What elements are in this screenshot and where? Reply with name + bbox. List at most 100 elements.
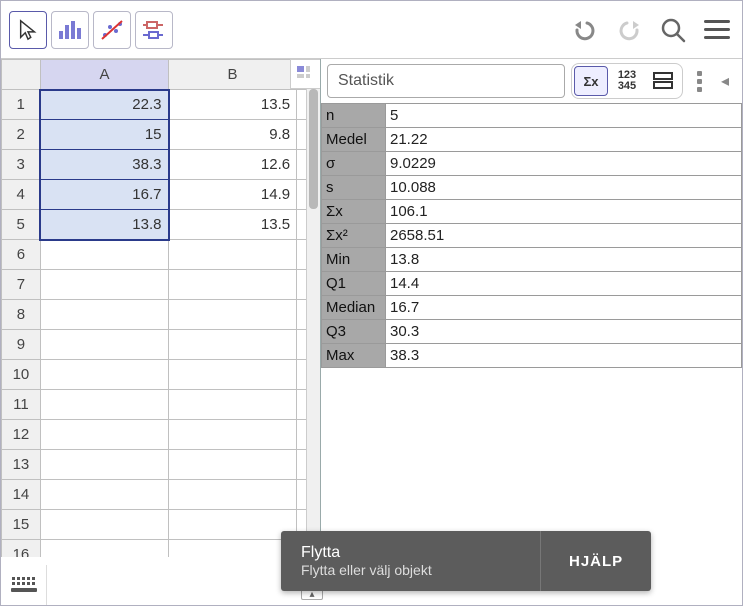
redo-button[interactable] [614, 15, 644, 45]
cell-B3[interactable]: 12.6 [169, 150, 297, 180]
row-header-3[interactable]: 3 [2, 150, 41, 180]
stat-label-Median: Median [322, 296, 386, 320]
cell-B8[interactable] [169, 300, 297, 330]
stat-label-Q1: Q1 [322, 272, 386, 296]
keyboard-button[interactable] [1, 565, 47, 605]
cell-A13[interactable] [40, 450, 168, 480]
spreadsheet-scrollbar[interactable] [306, 89, 320, 557]
cell-B12[interactable] [169, 420, 297, 450]
column-header-B[interactable]: B [169, 60, 297, 90]
row-header-6[interactable]: 6 [2, 240, 41, 270]
pointer-tool-button[interactable] [9, 11, 47, 49]
row-header-15[interactable]: 15 [2, 510, 41, 540]
row-header-13[interactable]: 13 [2, 450, 41, 480]
cell-A5[interactable]: 13.8 [40, 210, 168, 240]
stat-value-n: 5 [386, 104, 742, 128]
stat-label-Min: Min [322, 248, 386, 272]
cell-B9[interactable] [169, 330, 297, 360]
cell-A10[interactable] [40, 360, 168, 390]
row-header-16[interactable]: 16 [2, 540, 41, 558]
cell-A12[interactable] [40, 420, 168, 450]
corner-cell[interactable] [2, 60, 41, 90]
scatter-tool-button[interactable] [93, 11, 131, 49]
cell-A15[interactable] [40, 510, 168, 540]
row-header-9[interactable]: 9 [2, 330, 41, 360]
statistics-title: Statistik [338, 72, 394, 90]
cell-B11[interactable] [169, 390, 297, 420]
row-header-1[interactable]: 1 [2, 90, 41, 120]
stat-value-Q1: 14.4 [386, 272, 742, 296]
spreadsheet[interactable]: AB122.313.52159.8338.312.6416.714.9513.8… [1, 59, 320, 557]
stat-label-Q3: Q3 [322, 320, 386, 344]
stat-label-σ: σ [322, 152, 386, 176]
row-header-7[interactable]: 7 [2, 270, 41, 300]
stat-label-n: n [322, 104, 386, 128]
cell-B16[interactable] [169, 540, 297, 558]
scrollbar-thumb[interactable] [309, 89, 318, 209]
stat-value-Median: 16.7 [386, 296, 742, 320]
cell-B2[interactable]: 9.8 [169, 120, 297, 150]
statistics-view-buttons: Σx 123345 [571, 63, 683, 99]
cell-B4[interactable]: 14.9 [169, 180, 297, 210]
cell-B7[interactable] [169, 270, 297, 300]
stat-value-Medel: 21.22 [386, 128, 742, 152]
row-header-5[interactable]: 5 [2, 210, 41, 240]
row-header-11[interactable]: 11 [2, 390, 41, 420]
cell-A2[interactable]: 15 [40, 120, 168, 150]
more-options-button[interactable] [689, 71, 710, 92]
spreadsheet-panel: AB122.313.52159.8338.312.6416.714.9513.8… [1, 59, 321, 557]
stat-value-Min: 13.8 [386, 248, 742, 272]
cell-A4[interactable]: 16.7 [40, 180, 168, 210]
collapse-panel-button[interactable]: ◂ [716, 71, 734, 91]
stat-label-s: s [322, 176, 386, 200]
cell-B15[interactable] [169, 510, 297, 540]
tool-group-left [9, 11, 173, 49]
statistics-header: Statistik Σx 123345 ◂ [321, 59, 742, 103]
search-button[interactable] [658, 15, 688, 45]
row-header-10[interactable]: 10 [2, 360, 41, 390]
row-header-2[interactable]: 2 [2, 120, 41, 150]
layout-button[interactable] [646, 66, 680, 96]
stat-value-Σx: 106.1 [386, 200, 742, 224]
tooltip-title: Flytta [301, 544, 520, 562]
cell-A11[interactable] [40, 390, 168, 420]
stat-value-s: 10.088 [386, 176, 742, 200]
undo-button[interactable] [570, 15, 600, 45]
tool-group-right [570, 15, 732, 45]
numeric-button[interactable]: 123345 [610, 66, 644, 96]
bar-chart-tool-button[interactable] [51, 11, 89, 49]
menu-button[interactable] [702, 15, 732, 45]
row-header-8[interactable]: 8 [2, 300, 41, 330]
stat-label-Σx²: Σx² [322, 224, 386, 248]
spreadsheet-options-button[interactable] [290, 59, 320, 89]
cell-A16[interactable] [40, 540, 168, 558]
statistics-dropdown[interactable]: Statistik [327, 64, 565, 98]
main-area: AB122.313.52159.8338.312.6416.714.9513.8… [1, 59, 742, 557]
help-button[interactable]: HJÄLP [541, 531, 651, 591]
cell-B14[interactable] [169, 480, 297, 510]
cell-A1[interactable]: 22.3 [40, 90, 168, 120]
statistics-table: n5Medel21.22σ9.0229s10.088Σx106.1Σx²2658… [321, 103, 742, 368]
cell-B1[interactable]: 13.5 [169, 90, 297, 120]
row-header-14[interactable]: 14 [2, 480, 41, 510]
cell-B10[interactable] [169, 360, 297, 390]
cell-B6[interactable] [169, 240, 297, 270]
cell-A9[interactable] [40, 330, 168, 360]
cell-A7[interactable] [40, 270, 168, 300]
boxplot-tool-button[interactable] [135, 11, 173, 49]
stat-label-Σx: Σx [322, 200, 386, 224]
stat-label-Medel: Medel [322, 128, 386, 152]
cell-B5[interactable]: 13.5 [169, 210, 297, 240]
column-header-A[interactable]: A [40, 60, 168, 90]
stat-value-Σx²: 2658.51 [386, 224, 742, 248]
cell-B13[interactable] [169, 450, 297, 480]
sigma-x-button[interactable]: Σx [574, 66, 608, 96]
cell-A3[interactable]: 38.3 [40, 150, 168, 180]
tooltip: Flytta Flytta eller välj objekt HJÄLP [281, 531, 651, 591]
cell-A6[interactable] [40, 240, 168, 270]
cell-A14[interactable] [40, 480, 168, 510]
tooltip-subtitle: Flytta eller välj objekt [301, 562, 520, 578]
row-header-12[interactable]: 12 [2, 420, 41, 450]
row-header-4[interactable]: 4 [2, 180, 41, 210]
cell-A8[interactable] [40, 300, 168, 330]
